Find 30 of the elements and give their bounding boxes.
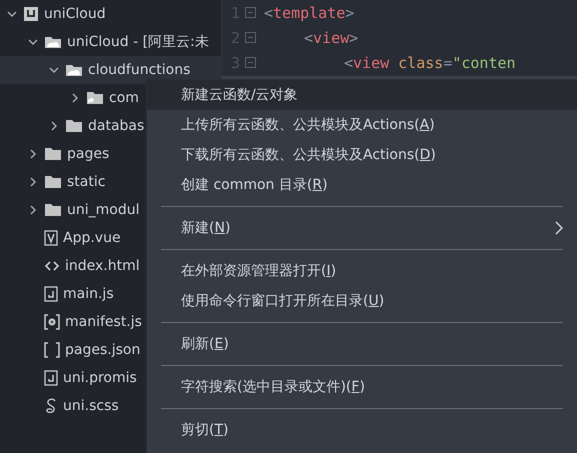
- code-icon: [44, 260, 60, 272]
- tree-item[interactable]: uniCloud - [阿里云:未: [0, 28, 221, 56]
- folder-icon: [44, 147, 62, 161]
- folder-icon: [44, 203, 62, 217]
- chevron-down-icon[interactable]: [27, 37, 39, 47]
- menu-item[interactable]: 下载所有云函数、公共模块及Actions(D): [147, 140, 577, 170]
- tree-item[interactable]: uniCloud: [0, 0, 221, 28]
- brackets-icon: [44, 342, 60, 358]
- menu-item[interactable]: 创建 common 目录(R): [147, 170, 577, 200]
- code-line: <view>: [304, 28, 358, 46]
- folder-icon: [86, 91, 104, 105]
- folder-icon: [65, 119, 83, 133]
- vue-file-icon: [44, 230, 58, 246]
- chevron-down-icon[interactable]: [6, 9, 18, 19]
- tree-item[interactable]: cloudfunctions: [0, 56, 221, 84]
- code-line: <template>: [264, 4, 354, 22]
- chevron-down-icon[interactable]: [48, 65, 60, 75]
- file-icon: [44, 286, 58, 302]
- project-icon: [23, 6, 39, 22]
- menu-item[interactable]: 新建(N): [147, 213, 577, 243]
- squiggle-icon: [44, 398, 58, 414]
- menu-item[interactable]: 在外部资源管理器打开(I): [147, 256, 577, 286]
- gear-file-icon: [44, 314, 60, 330]
- folder-icon: [65, 63, 83, 77]
- folder-icon: [44, 175, 62, 189]
- folder-icon: [44, 35, 62, 49]
- menu-item[interactable]: 新建云函数/云对象: [147, 80, 577, 110]
- menu-item[interactable]: 上传所有云函数、公共模块及Actions(A): [147, 110, 577, 140]
- code-line: <view class="conten: [344, 54, 516, 72]
- file-icon: [44, 370, 58, 386]
